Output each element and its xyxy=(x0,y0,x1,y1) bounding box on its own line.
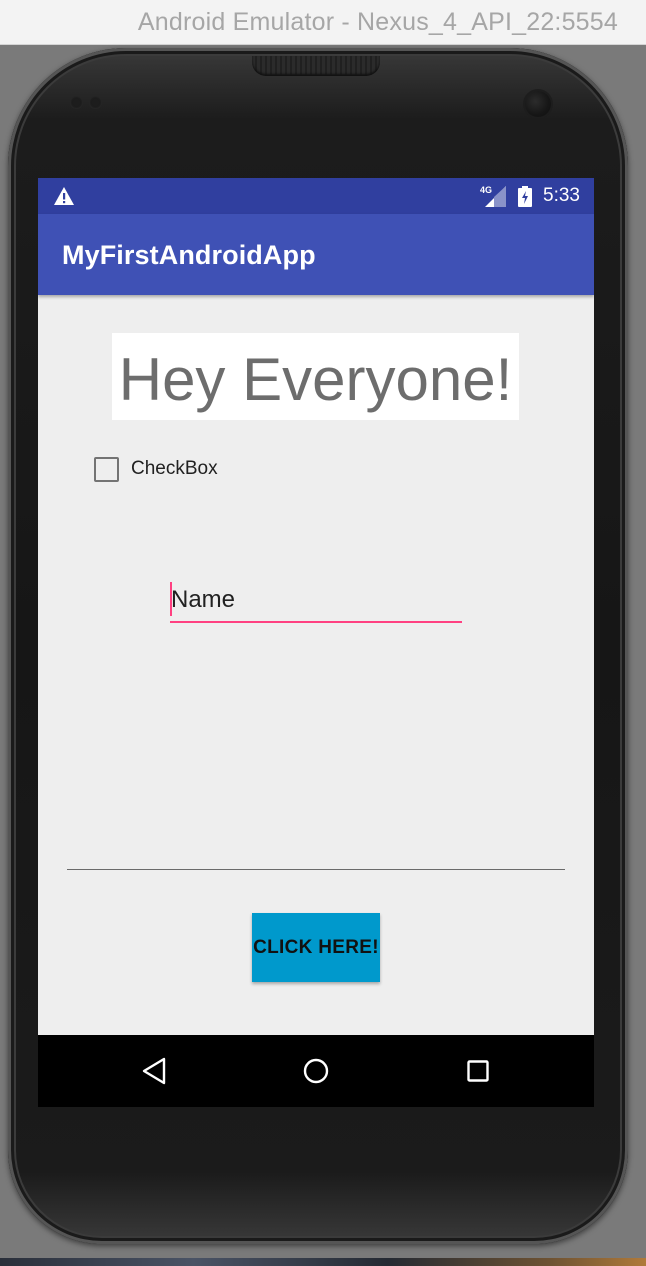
home-icon[interactable] xyxy=(302,1057,330,1085)
earpiece-speaker xyxy=(252,56,380,76)
click-here-button[interactable]: CLICK HERE! xyxy=(252,913,380,982)
name-input[interactable]: Name xyxy=(170,586,235,614)
checkbox-label[interactable]: CheckBox xyxy=(131,458,218,480)
front-camera xyxy=(525,91,551,117)
headline-text: Hey Everyone! xyxy=(118,346,513,413)
click-here-button-label[interactable]: CLICK HERE! xyxy=(253,937,379,959)
recents-icon[interactable] xyxy=(466,1059,490,1083)
checkbox[interactable]: CheckBox xyxy=(94,456,294,484)
headline-container: Hey Everyone! xyxy=(112,333,519,420)
name-input-field[interactable]: Name xyxy=(170,578,462,624)
recents-button[interactable] xyxy=(456,1051,500,1091)
proximity-sensors xyxy=(70,96,110,110)
desktop-background-strip xyxy=(0,1258,646,1266)
navigation-bar xyxy=(38,1035,594,1107)
emulator-titlebar: Android Emulator - Nexus_4_API_22:5554 xyxy=(0,0,646,45)
app-bar: MyFirstAndroidApp xyxy=(38,214,594,295)
home-button[interactable] xyxy=(294,1051,338,1091)
back-button[interactable] xyxy=(132,1051,176,1091)
back-icon[interactable] xyxy=(141,1057,167,1085)
window-title: Android Emulator - Nexus_4_API_22:5554 xyxy=(137,8,618,36)
app-title: MyFirstAndroidApp xyxy=(62,240,316,270)
warning-icon xyxy=(54,187,74,205)
battery-icon xyxy=(518,186,532,207)
status-time: 5:33 xyxy=(543,185,580,206)
name-input-underline xyxy=(170,621,462,623)
checkbox-box[interactable] xyxy=(94,457,119,482)
divider-line xyxy=(67,869,565,870)
network-type-label: 4G xyxy=(480,185,493,195)
status-bar: 4G 5:33 xyxy=(38,178,594,214)
device-screen: 4G 5:33 MyFirstAndroidApp Hey Everyone! … xyxy=(38,178,594,1107)
